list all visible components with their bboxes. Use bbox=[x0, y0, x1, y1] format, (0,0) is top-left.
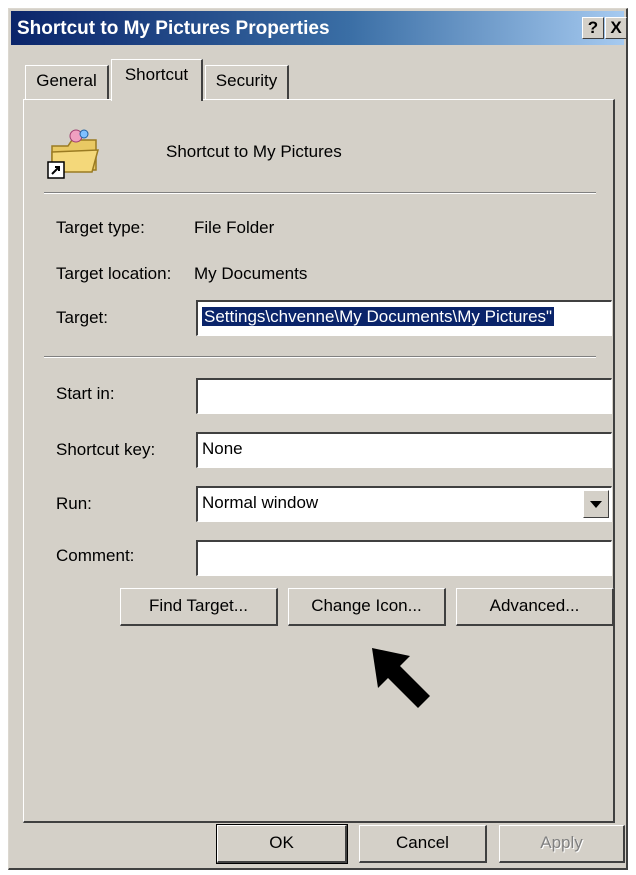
advanced-button[interactable]: Advanced... bbox=[456, 588, 614, 626]
shortcut-key-input[interactable]: None bbox=[196, 432, 612, 468]
ok-button[interactable]: OK bbox=[216, 824, 348, 864]
find-target-button[interactable]: Find Target... bbox=[120, 588, 278, 626]
apply-button[interactable]: Apply bbox=[499, 825, 625, 863]
dropdown-button[interactable] bbox=[583, 490, 609, 518]
target-label: Target: bbox=[56, 308, 108, 327]
pointer-arrow-icon bbox=[364, 640, 444, 720]
help-button[interactable]: ? bbox=[582, 17, 604, 39]
target-input[interactable]: Settings\chvenne\My Documents\My Picture… bbox=[196, 300, 612, 336]
target-location-label: Target location: bbox=[56, 264, 172, 283]
shortcut-tab-panel: Shortcut to My Pictures Target type: Fil… bbox=[23, 99, 615, 823]
tab-security[interactable]: Security bbox=[205, 65, 289, 99]
window-title: Shortcut to My Pictures Properties bbox=[17, 18, 330, 39]
comment-input[interactable] bbox=[196, 540, 612, 576]
target-type-label: Target type: bbox=[56, 218, 145, 237]
tab-shortcut[interactable]: Shortcut bbox=[111, 59, 203, 101]
shortcut-key-label: Shortcut key: bbox=[56, 440, 156, 459]
target-value: Settings\chvenne\My Documents\My Picture… bbox=[202, 307, 555, 326]
change-icon-button[interactable]: Change Icon... bbox=[288, 588, 446, 626]
start-in-input[interactable] bbox=[196, 378, 612, 414]
run-select-value: Normal window bbox=[202, 493, 319, 512]
separator bbox=[44, 356, 596, 358]
chevron-down-icon bbox=[590, 501, 602, 508]
comment-label: Comment: bbox=[56, 546, 135, 565]
cancel-button[interactable]: Cancel bbox=[359, 825, 487, 863]
target-location-value: My Documents bbox=[194, 264, 308, 283]
run-select[interactable]: Normal window bbox=[196, 486, 612, 522]
folder-pictures-shortcut-icon bbox=[46, 124, 104, 182]
start-in-label: Start in: bbox=[56, 384, 115, 403]
tab-general[interactable]: General bbox=[25, 65, 109, 99]
close-button[interactable]: X bbox=[605, 17, 627, 39]
separator bbox=[44, 192, 596, 194]
run-label: Run: bbox=[56, 494, 92, 513]
shortcut-name: Shortcut to My Pictures bbox=[166, 142, 342, 161]
properties-dialog: Shortcut to My Pictures Properties ? X G… bbox=[8, 8, 628, 870]
target-type-value: File Folder bbox=[194, 218, 275, 237]
title-bar[interactable]: Shortcut to My Pictures Properties ? X bbox=[11, 11, 627, 45]
